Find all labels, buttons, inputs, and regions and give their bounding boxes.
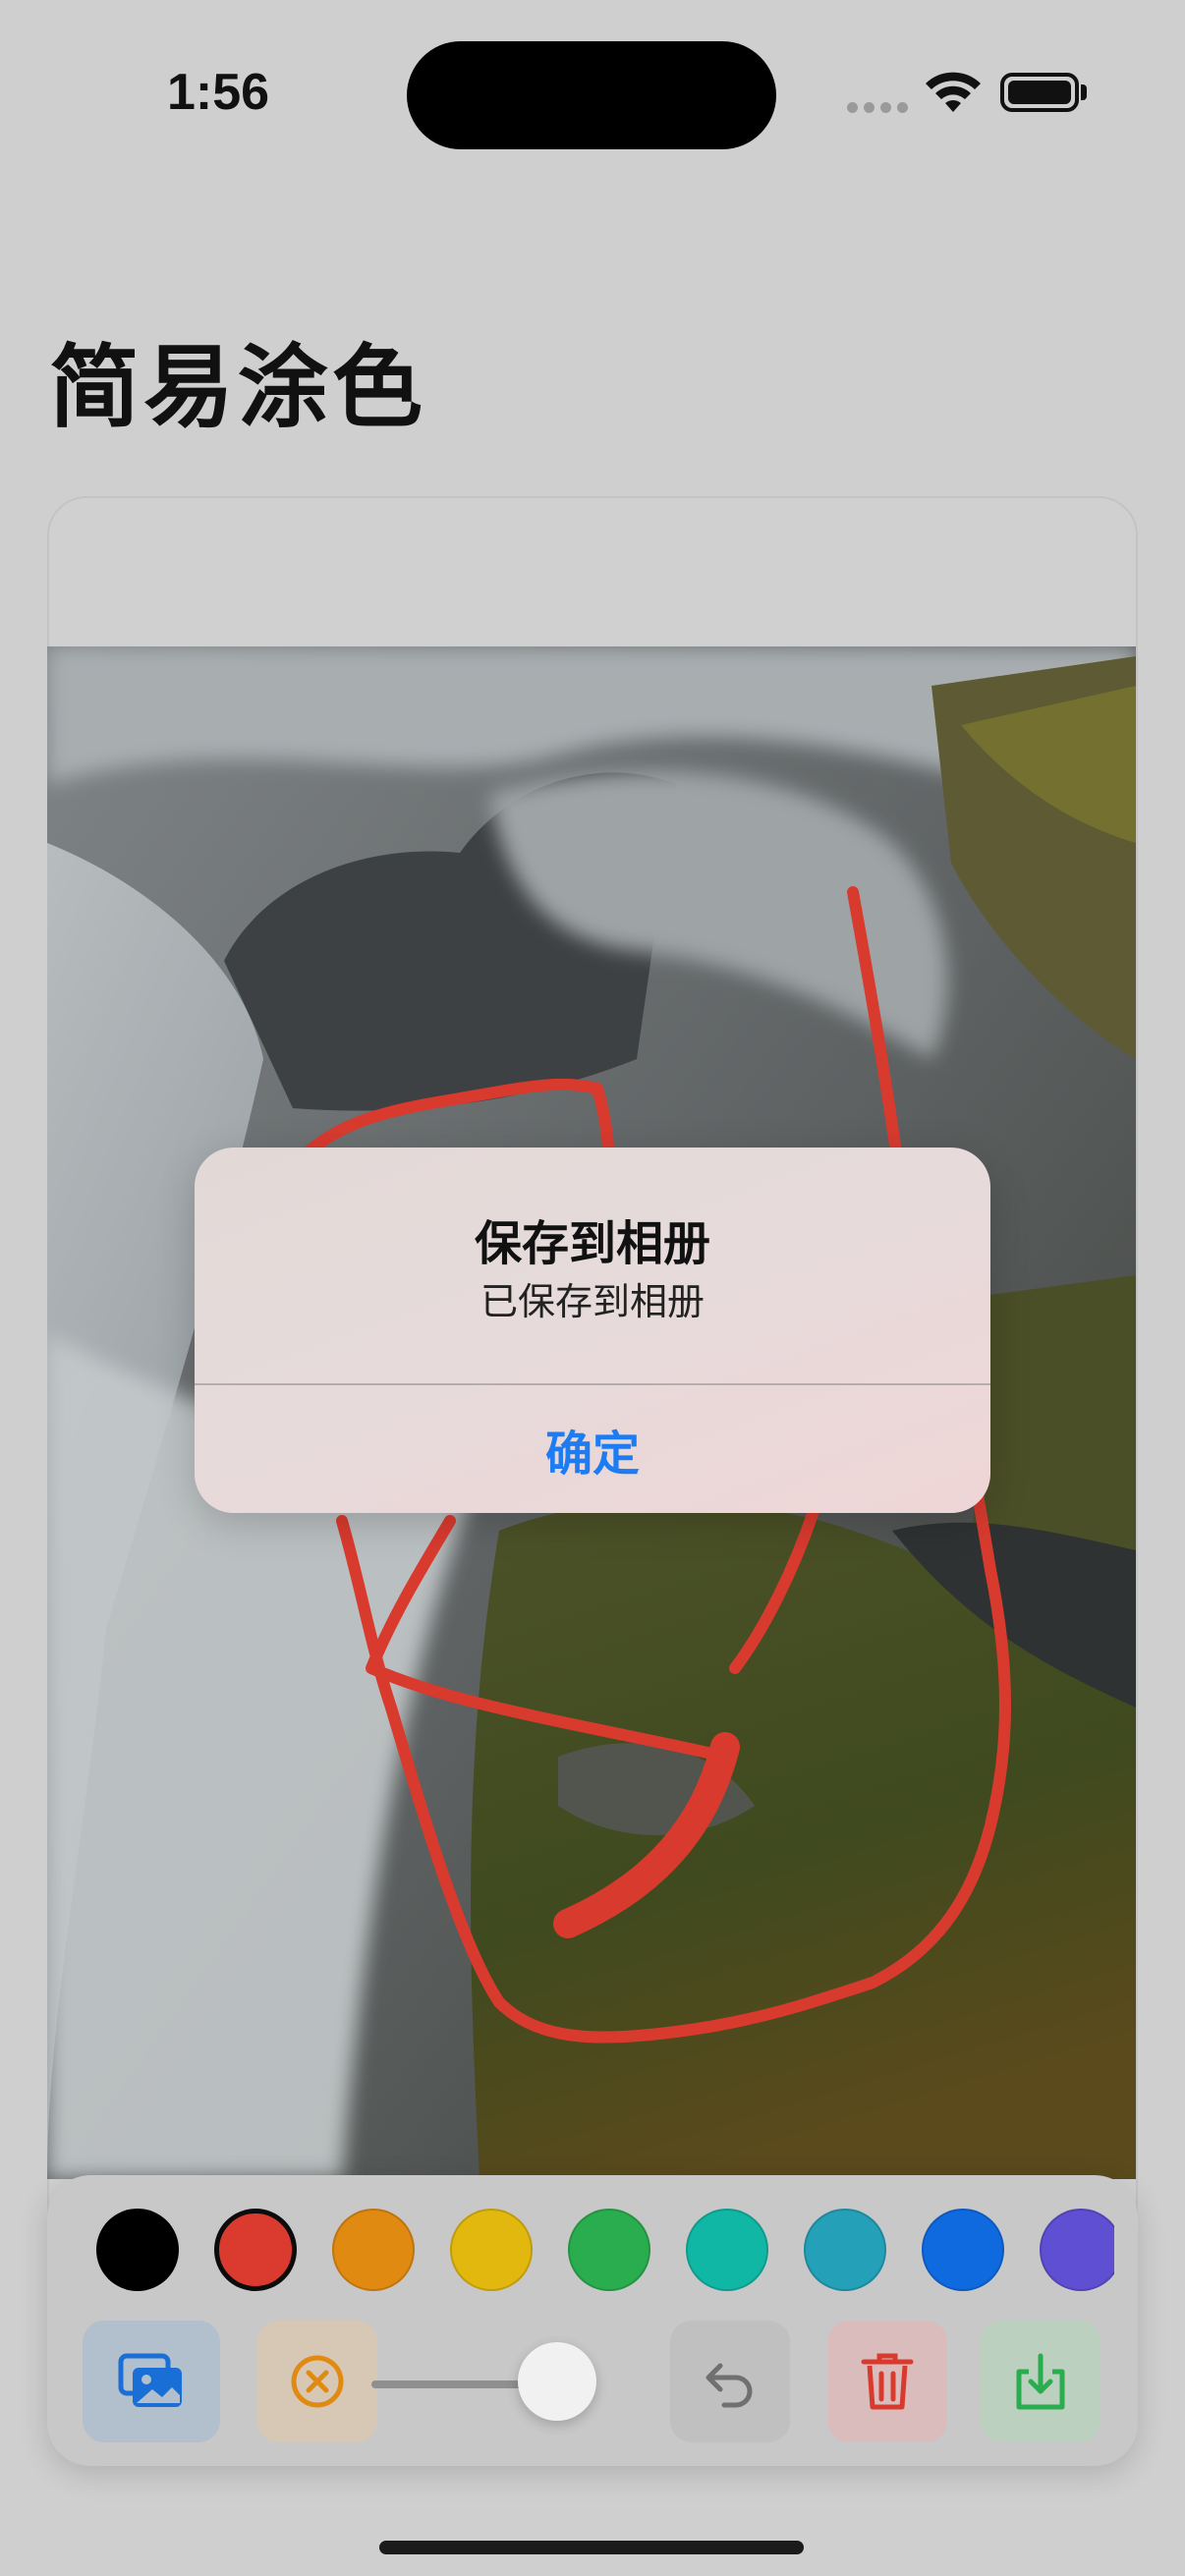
home-indicator <box>379 2541 804 2554</box>
battery-cap <box>1081 84 1087 100</box>
color-swatch[interactable] <box>1040 2209 1114 2291</box>
color-swatch[interactable] <box>96 2209 179 2291</box>
photo-library-icon <box>118 2353 182 2407</box>
color-palette <box>96 2205 1114 2297</box>
color-swatch[interactable] <box>450 2209 533 2291</box>
drawing-toolbar <box>47 2175 1138 2466</box>
status-time: 1:56 <box>167 64 270 121</box>
color-swatch[interactable] <box>568 2209 650 2291</box>
color-swatch[interactable] <box>332 2209 415 2291</box>
wifi-icon <box>926 72 981 112</box>
trash-icon <box>861 2353 914 2410</box>
color-swatch[interactable] <box>922 2209 1004 2291</box>
alert-message: 已保存到相册 <box>480 1280 705 1323</box>
save-alert-dialog: 保存到相册 已保存到相册 确定 <box>195 1148 990 1513</box>
undo-button[interactable] <box>670 2321 790 2442</box>
save-download-icon <box>1016 2353 1065 2410</box>
alert-title: 保存到相册 <box>474 1216 710 1271</box>
brush-size-slider-thumb[interactable] <box>518 2342 596 2421</box>
save-button[interactable] <box>981 2321 1100 2442</box>
cellular-signal-icon <box>847 98 914 117</box>
undo-icon <box>705 2363 753 2408</box>
card-header <box>49 498 1136 648</box>
clear-button[interactable] <box>257 2321 377 2442</box>
color-swatch[interactable] <box>804 2209 886 2291</box>
delete-button[interactable] <box>827 2321 947 2442</box>
dynamic-island <box>407 41 776 149</box>
photo-library-button[interactable] <box>83 2321 220 2442</box>
alert-confirm-button[interactable]: 确定 <box>195 1385 990 1513</box>
battery-icon <box>1000 73 1079 112</box>
color-swatch[interactable] <box>214 2209 297 2291</box>
clear-circle-x-icon <box>291 2355 344 2408</box>
page-title: 简易涂色 <box>49 335 427 440</box>
color-swatch[interactable] <box>686 2209 768 2291</box>
